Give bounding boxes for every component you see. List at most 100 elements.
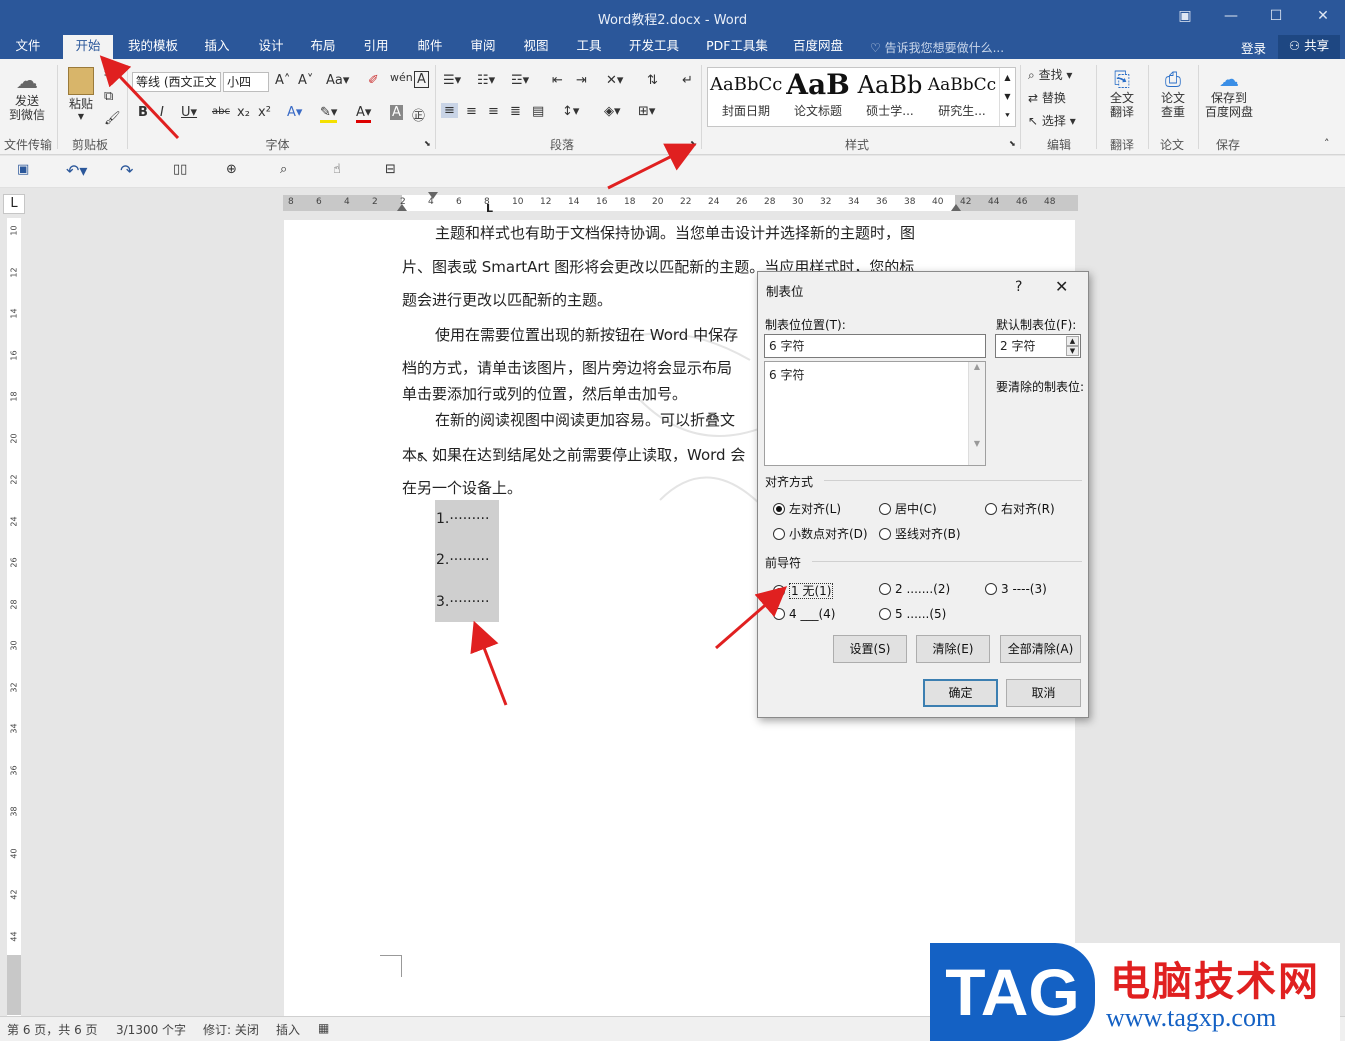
- styles-dialog-launcher-icon[interactable]: ⬊: [1009, 139, 1016, 148]
- tab-mailings[interactable]: 邮件: [408, 35, 452, 59]
- decrease-indent-icon[interactable]: ⇤: [552, 73, 563, 88]
- char-shading-icon[interactable]: A: [390, 105, 403, 120]
- justify-icon[interactable]: ≣: [510, 104, 521, 119]
- clear-all-button[interactable]: 全部清除(A): [1000, 635, 1081, 663]
- paste-button[interactable]: 粘贴 ▼: [63, 67, 99, 121]
- highlight-icon[interactable]: ✎▾: [320, 105, 338, 123]
- list-scrollbar[interactable]: ▲ ▼: [968, 362, 985, 465]
- tab-home[interactable]: 开始: [63, 35, 113, 59]
- macro-record-icon[interactable]: ▦: [318, 1021, 329, 1035]
- font-size-select[interactable]: 小四: [223, 72, 269, 92]
- tab-stop-marker[interactable]: L: [486, 202, 493, 215]
- gallery-scroll[interactable]: ▲ ▼ ⯆: [999, 68, 1015, 126]
- shading-icon[interactable]: ◈▾: [604, 104, 621, 119]
- left-indent-marker[interactable]: [397, 204, 407, 211]
- minimize-icon[interactable]: —: [1216, 4, 1246, 28]
- change-case-icon[interactable]: Aa▾: [326, 73, 349, 88]
- tab-developer[interactable]: 开发工具: [622, 35, 686, 59]
- read-mode-icon[interactable]: ▯▯: [173, 162, 187, 177]
- style-item[interactable]: AaBbCc 封面日期: [710, 70, 782, 119]
- find-button[interactable]: ⌕ 查找 ▾: [1028, 66, 1072, 83]
- align-left-icon[interactable]: ≡: [441, 103, 458, 118]
- tab-position-input[interactable]: 6 字符: [764, 334, 986, 358]
- font-dialog-launcher-icon[interactable]: ⬊: [424, 139, 431, 148]
- tab-position-list[interactable]: 6 字符 ▲ ▼: [764, 361, 986, 466]
- numbering-icon[interactable]: ☷▾: [477, 73, 495, 88]
- subscript-icon[interactable]: x₂: [237, 105, 250, 120]
- style-item[interactable]: AaBbCc 研究生...: [926, 70, 998, 119]
- align-right-icon[interactable]: ≡: [488, 104, 499, 119]
- multilevel-list-icon[interactable]: ☲▾: [511, 73, 529, 88]
- page-count[interactable]: 第 6 页，共 6 页: [7, 1021, 98, 1038]
- char-border-icon[interactable]: A: [414, 71, 429, 88]
- list-item[interactable]: 6 字符: [769, 366, 981, 383]
- maximize-icon[interactable]: ☐: [1261, 4, 1291, 28]
- customize-qat-icon[interactable]: ⊟: [385, 162, 396, 177]
- word-count[interactable]: 3/1300 个字: [116, 1021, 186, 1038]
- strikethrough-icon[interactable]: abc: [212, 106, 230, 117]
- print-preview-icon[interactable]: ⌕: [280, 162, 287, 177]
- redo-icon[interactable]: ↷: [120, 161, 133, 180]
- touch-mode-icon[interactable]: ☝: [333, 162, 341, 177]
- tab-baidu-netdisk[interactable]: 百度网盘: [786, 35, 850, 59]
- leader-dashes-radio[interactable]: 3 ----(3): [985, 582, 1047, 596]
- tab-design[interactable]: 设计: [249, 35, 293, 59]
- align-decimal-radio[interactable]: 小数点对齐(D): [773, 525, 868, 542]
- set-button[interactable]: 设置(S): [833, 635, 907, 663]
- shrink-font-icon[interactable]: A˅: [298, 73, 313, 88]
- increase-indent-icon[interactable]: ⇥: [576, 73, 587, 88]
- enclose-char-icon[interactable]: ㊣: [412, 105, 425, 124]
- style-item[interactable]: AaB 论文标题: [782, 70, 854, 119]
- align-center-radio[interactable]: 居中(C): [879, 500, 937, 517]
- spin-down-icon[interactable]: ▼: [1066, 346, 1079, 356]
- text-effects-icon[interactable]: A▾: [287, 105, 302, 120]
- chinese-layout-icon[interactable]: ✕▾: [606, 73, 623, 88]
- leader-none-radio[interactable]: 1 无(1): [773, 582, 834, 599]
- italic-icon[interactable]: I: [160, 105, 164, 120]
- save-icon[interactable]: ▣: [17, 162, 29, 177]
- spin-up-icon[interactable]: ▲: [1066, 336, 1079, 346]
- copy-icon[interactable]: ⧉: [104, 89, 113, 104]
- tab-layout[interactable]: 布局: [301, 35, 345, 59]
- clear-format-icon[interactable]: ✐: [368, 73, 379, 88]
- font-color-icon[interactable]: A▾: [356, 105, 372, 123]
- tab-tools[interactable]: 工具: [567, 35, 611, 59]
- grow-font-icon[interactable]: A˄: [275, 73, 290, 88]
- tab-file[interactable]: 文件: [6, 35, 50, 59]
- cut-icon[interactable]: ✂: [104, 67, 115, 82]
- bullets-icon[interactable]: ☰▾: [443, 73, 461, 88]
- replace-button[interactable]: ⇄ 替换: [1028, 89, 1066, 106]
- undo-icon[interactable]: ↶▾: [66, 161, 87, 180]
- align-left-radio[interactable]: 左对齐(L): [773, 500, 841, 517]
- thesis-check-button[interactable]: ⎙ 论文 查重: [1153, 67, 1193, 119]
- borders-icon[interactable]: ⊞▾: [638, 104, 655, 119]
- help-icon[interactable]: ?: [1015, 279, 1022, 295]
- first-line-indent-marker[interactable]: [428, 192, 438, 199]
- leader-middots-radio[interactable]: 5 ......(5): [879, 607, 946, 621]
- phonetic-guide-icon[interactable]: wén: [390, 71, 413, 84]
- align-right-radio[interactable]: 右对齐(R): [985, 500, 1055, 517]
- underline-icon[interactable]: U▾: [181, 105, 197, 120]
- tab-pdf-tools[interactable]: PDF工具集: [700, 35, 774, 59]
- tab-references[interactable]: 引用: [354, 35, 398, 59]
- cancel-button[interactable]: 取消: [1006, 679, 1081, 707]
- vertical-ruler[interactable]: 10121416182022242628303234363840424446: [7, 218, 21, 1016]
- share-button[interactable]: ⚇ 共享: [1278, 35, 1340, 59]
- clear-button[interactable]: 清除(E): [916, 635, 990, 663]
- close-icon[interactable]: ✕: [1055, 277, 1068, 296]
- web-layout-icon[interactable]: ⊕: [226, 162, 237, 177]
- right-indent-marker[interactable]: [951, 204, 961, 211]
- tab-insert[interactable]: 插入: [195, 35, 239, 59]
- insert-mode[interactable]: 插入: [276, 1021, 300, 1038]
- login-link[interactable]: 登录: [1241, 38, 1266, 57]
- tab-review[interactable]: 审阅: [461, 35, 505, 59]
- collapse-ribbon-icon[interactable]: ˄: [1324, 137, 1330, 150]
- track-changes-status[interactable]: 修订: 关闭: [203, 1021, 259, 1038]
- tab-my-templates[interactable]: 我的模板: [120, 35, 186, 59]
- save-to-baidu-button[interactable]: ☁ 保存到 百度网盘: [1202, 67, 1256, 119]
- tab-selector[interactable]: L: [3, 194, 25, 214]
- sort-icon[interactable]: ⇅: [647, 73, 658, 88]
- select-button[interactable]: ↖ 选择 ▾: [1028, 112, 1076, 129]
- align-center-icon[interactable]: ≡: [466, 104, 477, 119]
- close-icon[interactable]: ✕: [1308, 4, 1338, 28]
